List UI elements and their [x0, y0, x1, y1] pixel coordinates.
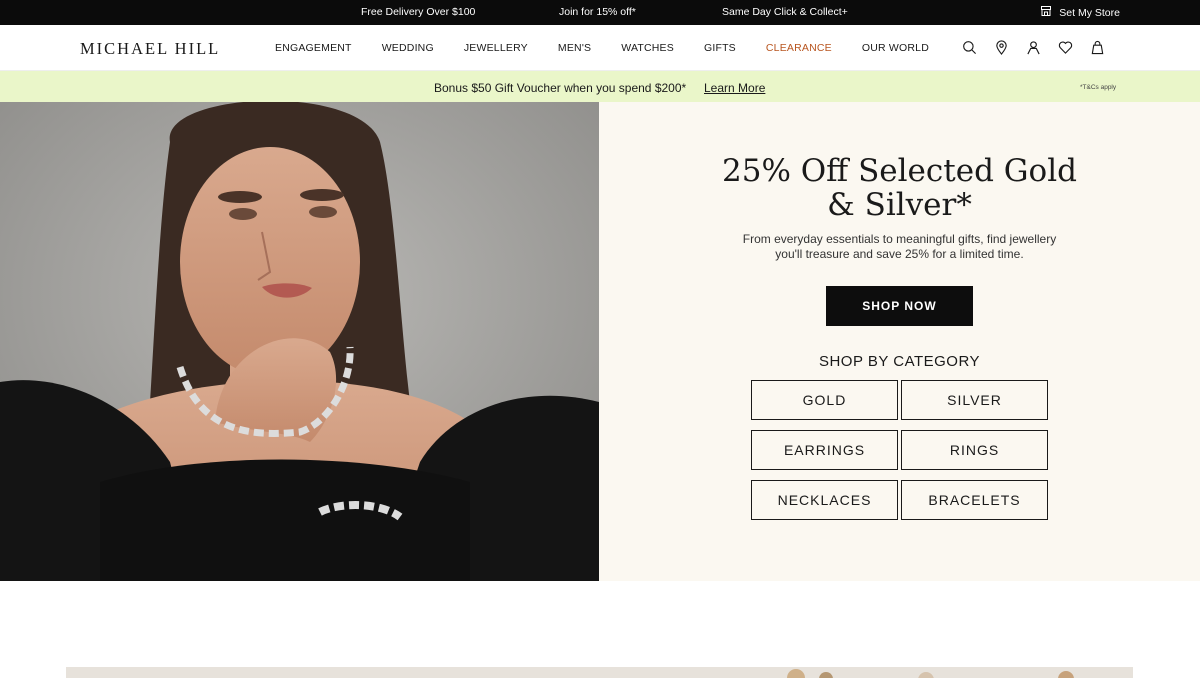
free-delivery-promo[interactable]: Free Delivery Over $100: [361, 6, 475, 18]
search-icon[interactable]: [962, 40, 977, 55]
hero-promo-panel: 25% Off Selected Gold & Silver* From eve…: [599, 102, 1200, 581]
category-rings-button[interactable]: RINGS: [901, 430, 1048, 470]
bonus-voucher-banner: Bonus $50 Gift Voucher when you spend $2…: [0, 71, 1200, 102]
nav-engagement[interactable]: ENGAGEMENT: [275, 42, 352, 54]
location-pin-icon[interactable]: [994, 40, 1009, 55]
category-necklaces-button[interactable]: NECKLACES: [751, 480, 898, 520]
hero-subtitle-line-1: From everyday essentials to meaningful g…: [742, 232, 1057, 246]
nav-jewellery[interactable]: JEWELLERY: [464, 42, 528, 54]
hero-title: 25% Off Selected Gold & Silver*: [599, 154, 1200, 222]
nav-wedding[interactable]: WEDDING: [382, 42, 434, 54]
header-utility-icons: [962, 40, 1105, 55]
category-bracelets-button[interactable]: BRACELETS: [901, 480, 1048, 520]
shopping-bag-icon[interactable]: [1090, 40, 1105, 55]
nav-mens[interactable]: MEN'S: [558, 42, 591, 54]
join-promo[interactable]: Join for 15% off*: [559, 6, 636, 18]
hero-title-line-1: 25% Off Selected Gold: [722, 153, 1077, 189]
bonus-voucher-message: Bonus $50 Gift Voucher when you spend $2…: [434, 81, 687, 95]
shop-by-category-heading: SHOP BY CATEGORY: [818, 353, 981, 370]
wishlist-heart-icon[interactable]: [1058, 40, 1073, 55]
primary-nav-links: ENGAGEMENT WEDDING JEWELLERY MEN'S WATCH…: [275, 42, 959, 54]
nav-watches[interactable]: WATCHES: [621, 42, 674, 54]
nav-our-world[interactable]: OUR WORLD: [862, 42, 929, 54]
account-icon[interactable]: [1026, 40, 1041, 55]
hero-subtitle-line-2: you'll treasure and save 25% for a limit…: [775, 247, 1024, 261]
category-silver-button[interactable]: SILVER: [901, 380, 1048, 420]
nav-clearance[interactable]: CLEARANCE: [766, 42, 832, 54]
store-icon: [1040, 5, 1052, 20]
category-gold-button[interactable]: GOLD: [751, 380, 898, 420]
main-navigation: MICHAEL HILL ENGAGEMENT WEDDING JEWELLER…: [0, 25, 1200, 71]
announcement-bar: Free Delivery Over $100 Join for 15% off…: [0, 0, 1200, 25]
nav-gifts[interactable]: GIFTS: [704, 42, 736, 54]
next-section-banner-image: [66, 667, 1133, 678]
hero-title-line-2: & Silver*: [827, 187, 972, 223]
category-earrings-button[interactable]: EARRINGS: [751, 430, 898, 470]
hero-subtitle: From everyday essentials to meaningful g…: [599, 232, 1200, 262]
shop-now-button[interactable]: SHOP NOW: [826, 286, 973, 326]
set-my-store-label: Set My Store: [1059, 6, 1120, 19]
terms-apply-note[interactable]: *T&Cs apply: [1080, 84, 1116, 91]
michael-hill-logo[interactable]: MICHAEL HILL: [80, 39, 220, 59]
learn-more-link[interactable]: Learn More: [704, 81, 765, 95]
click-collect-promo[interactable]: Same Day Click & Collect+: [722, 6, 848, 18]
hero-model-image: [0, 102, 599, 581]
set-my-store-link[interactable]: Set My Store: [1040, 5, 1120, 20]
